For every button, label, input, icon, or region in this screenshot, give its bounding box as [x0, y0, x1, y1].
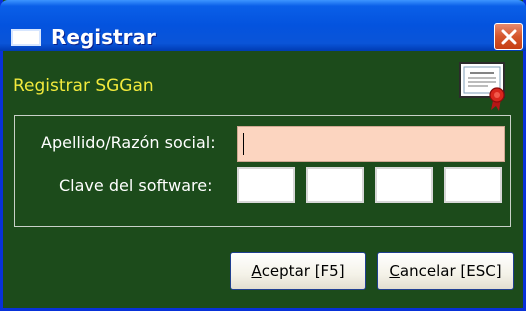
close-icon: [501, 29, 517, 45]
title-bar[interactable]: Registrar: [0, 0, 526, 51]
cancel-mnemonic: C: [389, 262, 400, 280]
accept-button[interactable]: Aceptar [F5]: [230, 252, 366, 290]
accept-mnemonic: A: [251, 262, 262, 280]
cancel-button[interactable]: Cancelar [ESC]: [377, 252, 514, 290]
key-part-3-field[interactable]: [375, 167, 433, 203]
key-part-2-field[interactable]: [306, 167, 364, 203]
cancel-label: ancelar [ESC]: [399, 262, 502, 280]
key-label: Clave del software:: [59, 176, 213, 195]
key-part-1-field[interactable]: [237, 167, 295, 203]
name-label: Apellido/Razón social:: [41, 133, 216, 152]
certificate-icon: [459, 62, 505, 111]
key-part-4-field[interactable]: [444, 167, 502, 203]
window-icon: [11, 29, 41, 46]
form-subtitle: Registrar SGGan: [13, 76, 154, 96]
text-caret: [243, 133, 244, 155]
accept-label: ceptar [F5]: [261, 262, 345, 280]
window-title: Registrar: [51, 25, 156, 49]
close-button[interactable]: [494, 23, 523, 50]
name-field[interactable]: [237, 126, 505, 162]
